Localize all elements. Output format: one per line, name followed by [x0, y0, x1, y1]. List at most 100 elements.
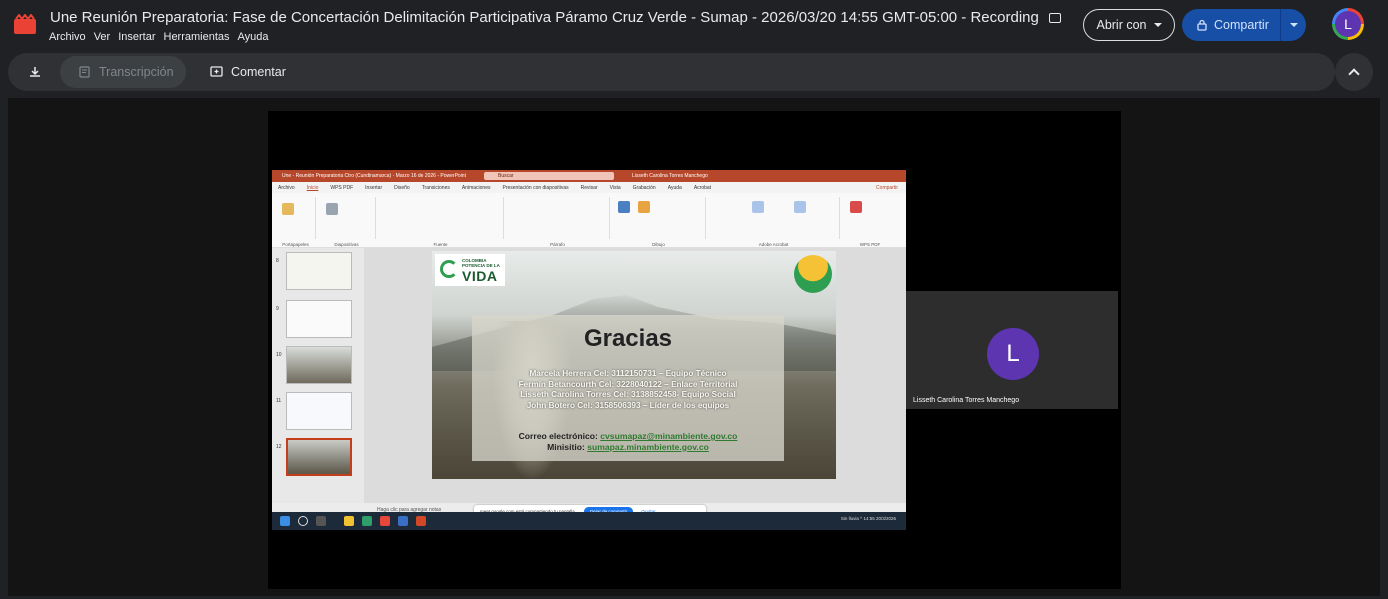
- ribbon-group-label: Portapapeles: [282, 242, 309, 247]
- download-button[interactable]: [18, 55, 52, 89]
- slide-thumbnail: [286, 252, 352, 290]
- ppt-tab: Animaciones: [461, 184, 491, 191]
- ribbon-group-label: Adobe Acrobat: [758, 242, 789, 247]
- arrange-icon: [638, 201, 650, 213]
- contact-line: John Botero Cel: 3158506393 – Líder de l…: [526, 400, 730, 410]
- logo-text-main: VIDA: [462, 268, 498, 284]
- download-icon: [30, 67, 40, 77]
- menu-bar: Archivo Ver Insertar Herramientas Ayuda: [49, 31, 269, 43]
- participant-avatar: L: [987, 328, 1039, 380]
- ppt-tab: Acrobat: [693, 184, 712, 191]
- slide-number: 11: [276, 398, 282, 404]
- ppt-tab: Archivo: [278, 184, 295, 191]
- ribbon-group-acrobat: Adobe Acrobat: [708, 197, 840, 247]
- open-with-button[interactable]: Abrir con: [1083, 9, 1175, 41]
- comment-label: Comentar: [231, 65, 286, 79]
- ppt-tab: Revisar: [580, 184, 598, 191]
- lock-icon: [1197, 19, 1207, 31]
- windows-taskbar: Sin lluvia ^ 14:55 20/3/2026: [272, 512, 906, 530]
- slide: COLOMBIA POTENCIA DE LA VIDA Gracias Marc…: [432, 251, 836, 479]
- ppt-title-text: Une - Reunión Preparatoria Ctro (Cundina…: [282, 173, 466, 179]
- slide-thumbnail: [286, 392, 352, 430]
- document-title-text: Une Reunión Preparatoria: Fase de Concer…: [50, 9, 1039, 26]
- move-to-folder-icon[interactable]: [1049, 13, 1062, 24]
- colombia-logo: COLOMBIA POTENCIA DE LA VIDA: [435, 254, 505, 286]
- file-explorer-icon: [344, 516, 354, 526]
- outlook-icon: [398, 516, 408, 526]
- logo-swirl: [440, 260, 458, 278]
- ribbon-group-paragraph: Párrafo: [506, 197, 610, 247]
- slide-number: 10: [276, 352, 282, 358]
- edge-icon: [362, 516, 372, 526]
- slide-canvas: COLOMBIA POTENCIA DE LA VIDA Gracias Marc…: [364, 248, 906, 503]
- ppt-ribbon: Portapapeles Diapositivas Fuente Párrafo…: [272, 193, 906, 248]
- ppt-share: Compartir: [876, 184, 898, 191]
- participant-name: Lisseth Carolina Torres Manchego: [913, 397, 1020, 404]
- ppt-tab: Vista: [609, 184, 621, 191]
- ppt-tab: Ayuda: [667, 184, 682, 191]
- open-with-label: Abrir con: [1096, 18, 1147, 32]
- menu-ver[interactable]: Ver: [94, 31, 111, 43]
- menu-archivo[interactable]: Archivo: [49, 31, 86, 43]
- create-pdf-icon: [752, 201, 764, 213]
- create-pdf-wps-icon: [850, 201, 862, 213]
- chevron-down-icon: [1289, 23, 1298, 27]
- thanks-card: Gracias Marcela Herrera Cel: 3112150731 …: [472, 315, 784, 461]
- ppt-tab: WPS PDF: [330, 184, 354, 191]
- powerpoint-icon: [416, 516, 426, 526]
- comment-button[interactable]: Comentar: [196, 56, 300, 88]
- ribbon-group-slides: Diapositivas: [318, 197, 376, 247]
- menu-insertar[interactable]: Insertar: [118, 31, 155, 43]
- ribbon-group-label: WPS PDF: [859, 242, 881, 247]
- share-dropdown[interactable]: [1281, 23, 1306, 27]
- system-tray: Sin lluvia ^ 14:55 20/3/2026: [840, 516, 896, 521]
- slide-thumbnails: 8 9 10 11 12: [272, 248, 364, 503]
- ribbon-group-label: Fuente: [433, 242, 448, 247]
- ribbon-group-drawing: Dibujo: [612, 197, 706, 247]
- ribbon-group-label: Diapositivas: [334, 242, 359, 247]
- share-main[interactable]: Compartir: [1182, 9, 1280, 41]
- ribbon-group-clipboard: Portapapeles: [276, 197, 316, 247]
- account-avatar[interactable]: L: [1332, 8, 1364, 40]
- share-button[interactable]: Compartir: [1182, 9, 1306, 41]
- slide-thumbnail-selected: [286, 438, 352, 476]
- ribbon-group-label: Párrafo: [550, 242, 565, 247]
- ribbon-group-label: Dibujo: [652, 242, 665, 247]
- transcript-label: Transcripción: [99, 65, 174, 79]
- collapse-toolbar-button[interactable]: [1335, 53, 1373, 91]
- minambiente-round-logo: [794, 255, 832, 293]
- ppt-tab: Diseño: [394, 184, 410, 191]
- ribbon-group-font: Fuente: [378, 197, 504, 247]
- chevron-down-icon: [1153, 23, 1162, 27]
- slide-number: 8: [276, 258, 279, 264]
- share-pdf-icon: [794, 201, 806, 213]
- ppt-title-bar: Une - Reunión Preparatoria Ctro (Cundina…: [272, 170, 906, 182]
- paste-icon: [282, 203, 294, 215]
- ppt-user: Lisseth Carolina Torres Manchego: [631, 173, 708, 179]
- contact-list: Marcela Herrera Cel: 3112150731 – Equipo…: [472, 369, 784, 411]
- account-initial: L: [1335, 11, 1361, 37]
- menu-ayuda[interactable]: Ayuda: [238, 31, 269, 43]
- transcript-button[interactable]: Transcripción: [60, 56, 186, 88]
- add-comment-icon: [210, 65, 223, 77]
- transcript-icon: [79, 66, 90, 78]
- ppt-tab: Grabación: [632, 184, 656, 191]
- site-line: Minisitio: sumapaz.minambiente.gov.co: [547, 441, 709, 452]
- new-slide-icon: [326, 203, 338, 215]
- ppt-tab: Transiciones: [421, 184, 450, 191]
- logo-text-top: COLOMBIA POTENCIA DE LA: [462, 258, 500, 268]
- chevron-up-icon: [1348, 68, 1360, 80]
- start-icon: [280, 516, 290, 526]
- contact-line: Marcela Herrera Cel: 3112150731 – Equipo…: [529, 369, 727, 378]
- contact-links: Correo electrónico: cvsumapaz@minambient…: [472, 431, 784, 452]
- site-link: sumapaz.minambiente.gov.co: [587, 441, 709, 452]
- shared-powerpoint: Une - Reunión Preparatoria Ctro (Cundina…: [272, 170, 906, 530]
- slide-number: 12: [276, 444, 282, 450]
- email-link: cvsumapaz@minambiente.gov.co: [600, 431, 738, 441]
- menu-herramientas[interactable]: Herramientas: [164, 31, 230, 43]
- document-title: Une Reunión Preparatoria: Fase de Concer…: [50, 9, 1062, 26]
- ppt-search: Buscar: [483, 172, 614, 180]
- slide-heading: Gracias: [583, 325, 673, 352]
- slide-number: 9: [276, 306, 279, 312]
- ppt-tabs: Archivo Inicio WPS PDF Insertar Diseño T…: [272, 182, 906, 193]
